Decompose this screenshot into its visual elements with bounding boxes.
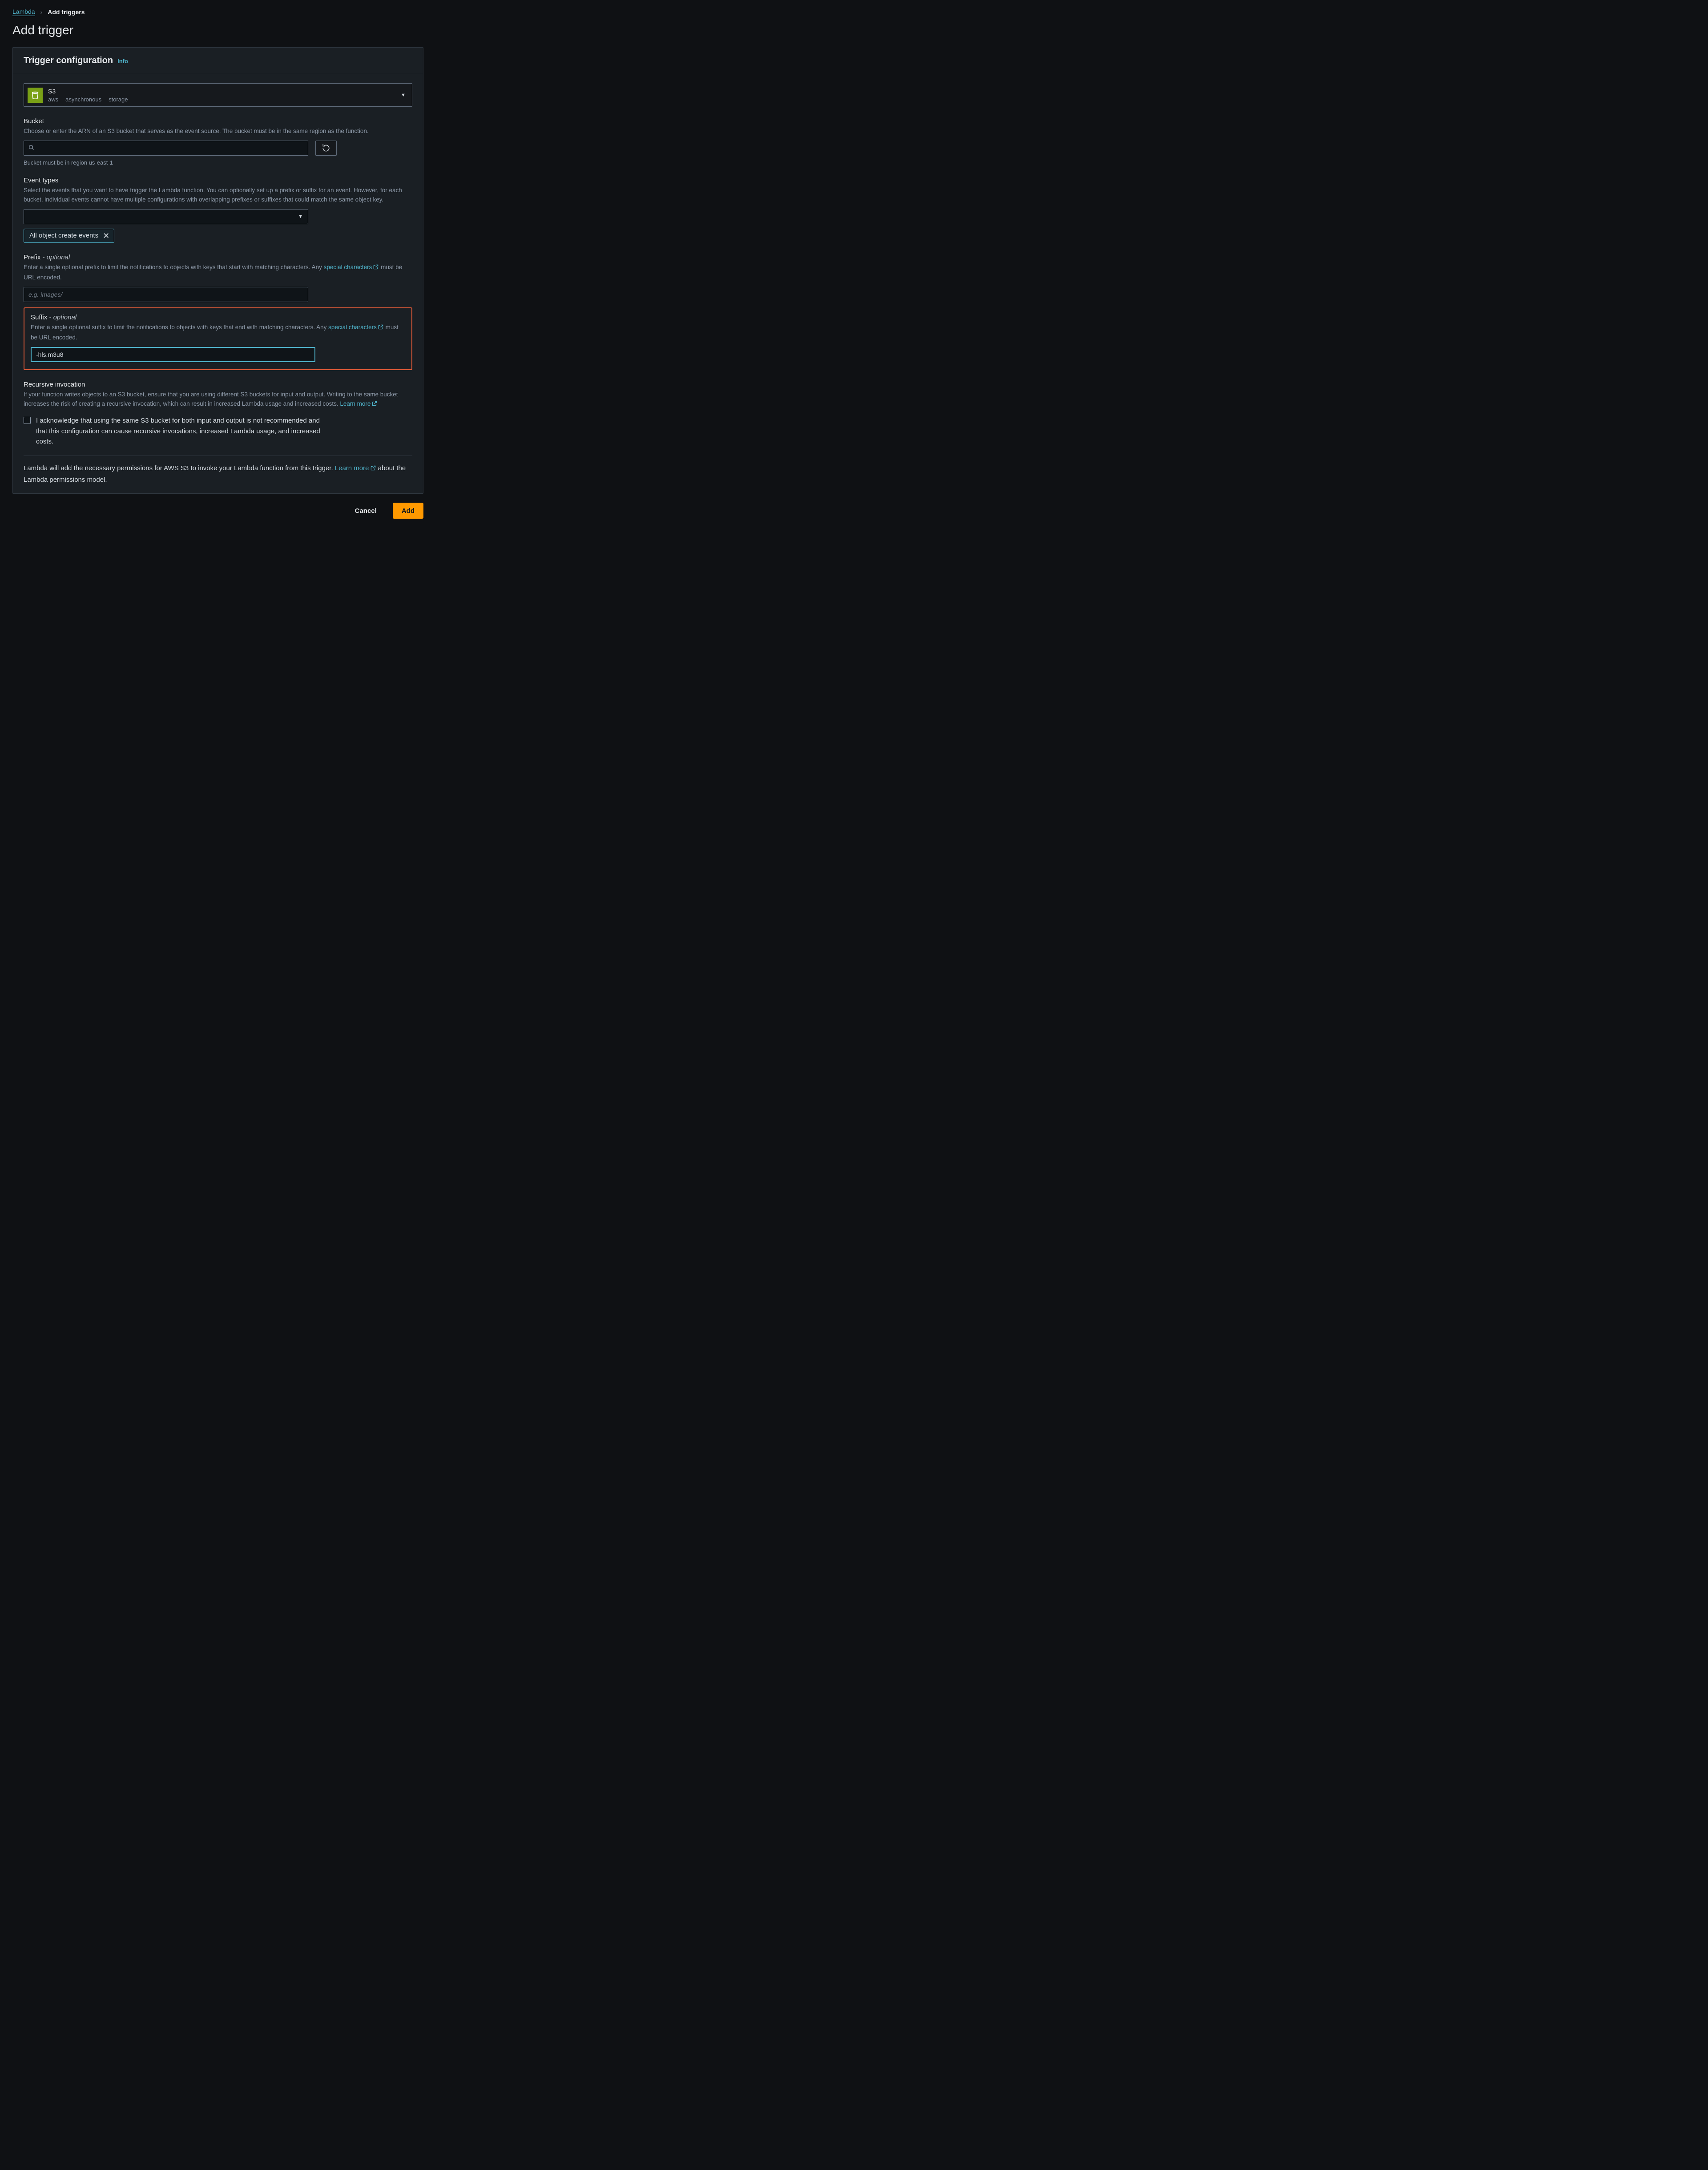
suffix-label: Suffix xyxy=(31,314,47,321)
permissions-footnote: Lambda will add the necessary permission… xyxy=(24,463,412,485)
cancel-button[interactable]: Cancel xyxy=(346,503,386,519)
suffix-desc: Enter a single optional suffix to limit … xyxy=(31,323,405,343)
external-link-icon xyxy=(373,264,379,273)
learn-more-link[interactable]: Learn more xyxy=(340,400,378,407)
event-types-desc: Select the events that you want to have … xyxy=(24,186,412,205)
info-link[interactable]: Info xyxy=(117,58,128,65)
special-characters-link[interactable]: special characters xyxy=(324,264,379,270)
bucket-search-input[interactable] xyxy=(24,141,308,156)
refresh-button[interactable] xyxy=(315,141,337,156)
event-types-label: Event types xyxy=(24,177,412,184)
footer-actions: Cancel Add xyxy=(12,503,423,519)
prefix-input[interactable] xyxy=(24,287,308,302)
event-type-token: All object create events ✕ xyxy=(24,229,114,243)
suffix-input[interactable] xyxy=(31,347,315,362)
chevron-right-icon: › xyxy=(40,8,43,16)
acknowledge-checkbox[interactable] xyxy=(24,417,31,424)
source-tags: aws asynchronous storage xyxy=(48,96,395,103)
external-link-icon xyxy=(370,464,376,475)
learn-more-link[interactable]: Learn more xyxy=(335,464,376,472)
prefix-optional: - optional xyxy=(43,254,70,261)
page-title: Add trigger xyxy=(12,23,423,37)
breadcrumb-current: Add triggers xyxy=(48,8,85,16)
breadcrumb-root[interactable]: Lambda xyxy=(12,8,35,16)
bucket-group: Bucket Choose or enter the ARN of an S3 … xyxy=(24,117,412,166)
breadcrumb: Lambda › Add triggers xyxy=(12,8,423,16)
remove-token-icon[interactable]: ✕ xyxy=(103,232,109,240)
acknowledge-label: I acknowledge that using the same S3 buc… xyxy=(36,415,321,447)
add-button[interactable]: Add xyxy=(393,503,423,519)
recursive-desc: If your function writes objects to an S3… xyxy=(24,390,412,410)
prefix-desc: Enter a single optional prefix to limit … xyxy=(24,263,412,282)
event-types-select[interactable] xyxy=(24,209,308,224)
suffix-group: Suffix - optional Enter a single optiona… xyxy=(31,314,405,362)
caret-down-icon: ▼ xyxy=(401,93,406,98)
panel-header: Trigger configuration Info xyxy=(13,48,423,74)
search-icon xyxy=(28,144,35,152)
panel-title: Trigger configuration xyxy=(24,56,113,66)
prefix-group: Prefix - optional Enter a single optiona… xyxy=(24,254,412,302)
s3-bucket-icon xyxy=(28,88,43,103)
bucket-desc: Choose or enter the ARN of an S3 bucket … xyxy=(24,127,412,136)
bucket-hint: Bucket must be in region us-east-1 xyxy=(24,159,412,166)
recursive-label: Recursive invocation xyxy=(24,381,412,388)
recursive-group: Recursive invocation If your function wr… xyxy=(24,381,412,447)
trigger-source-select[interactable]: S3 aws asynchronous storage ▼ xyxy=(24,83,412,107)
external-link-icon xyxy=(378,324,384,333)
source-title: S3 xyxy=(48,87,395,95)
suffix-highlight: Suffix - optional Enter a single optiona… xyxy=(24,307,412,370)
bucket-label: Bucket xyxy=(24,117,412,125)
suffix-optional: - optional xyxy=(49,314,77,321)
event-type-token-label: All object create events xyxy=(29,232,98,239)
external-link-icon xyxy=(371,400,378,410)
trigger-config-panel: Trigger configuration Info S3 aws asynch… xyxy=(12,47,423,494)
prefix-label: Prefix xyxy=(24,254,40,261)
event-types-group: Event types Select the events that you w… xyxy=(24,177,412,243)
special-characters-link[interactable]: special characters xyxy=(328,324,384,331)
